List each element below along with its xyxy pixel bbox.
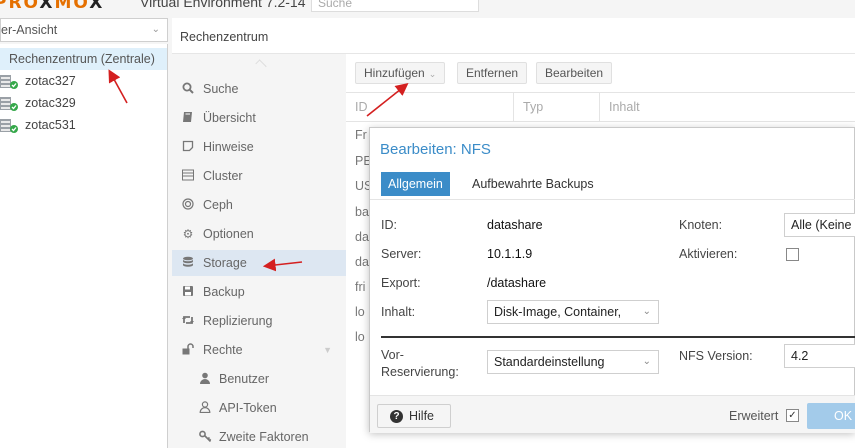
nav-item-options[interactable]: ⚙ Optionen [172,221,346,247]
help-button[interactable]: ? Hilfe [377,404,451,428]
column-header-id[interactable]: ID [346,93,514,121]
nav-item-permissions[interactable]: Rechte ▼ [172,337,346,363]
tree-item-datacenter[interactable]: Rechenzentrum (Zentrale) [0,48,167,70]
storage-toolbar: Hinzufügen ⌄ Entfernen Bearbeiten [346,54,855,92]
dialog-footer: ? Hilfe Erweitert ✓ OK [370,395,855,433]
proxmox-logo: PROXMOX [0,0,105,13]
edit-button[interactable]: Bearbeiten [536,62,613,84]
nfs-version-input[interactable]: 4.2 [784,344,855,368]
nav-item-api-token[interactable]: API-Token [172,395,346,421]
search-icon [181,82,195,96]
nodes-select-value: Alle (Keine [791,218,852,232]
collapse-caret-icon[interactable]: ▼ [323,345,332,355]
nav-item-cluster[interactable]: Cluster [172,163,346,189]
dialog-tabs: Allgemein Aufbewahrte Backups [370,168,855,200]
server-online-icon [0,119,18,133]
id-value: datashare [487,218,543,232]
scroll-up-icon[interactable] [255,59,267,71]
tab-general[interactable]: Allgemein [381,172,450,196]
nav-item-ceph[interactable]: Ceph [172,192,346,218]
tree-node-label: zotac329 [25,96,76,110]
tree-item-node[interactable]: zotac531 [0,114,76,136]
tab-backup-retention[interactable]: Aufbewahrte Backups [465,172,601,196]
prealloc-select-value: Standardeinstellung [494,355,605,369]
floppy-icon [181,285,195,299]
remove-button[interactable]: Entfernen [457,62,528,84]
nav-item-users[interactable]: Benutzer [172,366,346,392]
column-header-content[interactable]: Inhalt [600,93,855,121]
nav-item-storage[interactable]: Storage [172,250,346,276]
prealloc-select[interactable]: Standardeinstellung ⌄ [487,350,659,374]
search-input[interactable]: Suche [311,0,479,12]
column-header-type[interactable]: Typ [514,93,600,121]
chevron-down-icon: ⌄ [642,306,651,317]
user-icon [198,372,212,386]
version-label: Virtual Environment 7.2-14 [140,0,306,10]
nav-item-notes[interactable]: Hinweise [172,134,346,160]
server-icon [181,169,195,183]
tree-item-node[interactable]: zotac327 [0,70,76,92]
tree-node-label: zotac327 [25,74,76,88]
advanced-label: Erweitert [729,409,779,423]
enable-checkbox[interactable] [786,248,799,261]
panel-title: Rechenzentrum [172,18,855,54]
storage-grid-header: ID Typ Inhalt [346,92,855,122]
nodes-label: Knoten: [679,218,723,232]
top-header: PROXMOX Virtual Environment 7.2-14 Suche [0,0,855,14]
export-label: Export: [381,276,421,290]
id-label: ID: [381,218,397,232]
server-label: Server: [381,247,422,261]
ok-button[interactable]: OK [807,403,855,429]
edit-nfs-dialog: Bearbeiten: NFS Allgemein Aufbewahrte Ba… [369,127,855,433]
export-value: /datashare [487,276,547,290]
datacenter-nav: Suche Übersicht Hinweise Cluster Ceph ⚙ … [172,54,346,448]
view-selector-value: er-Ansicht [1,23,58,37]
note-icon [181,140,195,154]
nfs-version-value: 4.2 [791,349,809,363]
check-icon: ✓ [788,410,797,421]
nav-item-backup[interactable]: Backup [172,279,346,305]
tree-item-node[interactable]: zotac329 [0,92,76,114]
unlock-icon [181,343,195,357]
server-online-icon [0,75,18,89]
nfs-version-label: NFS Version: [679,349,753,363]
nav-item-replication[interactable]: Replizierung [172,308,346,334]
nav-item-summary[interactable]: Übersicht [172,105,346,131]
server-online-icon [0,97,18,111]
question-circle-icon: ? [390,410,403,423]
content-select-value: Disk-Image, Container, [494,305,622,319]
gear-icon: ⚙ [182,227,194,241]
view-selector[interactable]: er-Ansicht ⌄ [0,18,168,42]
chevron-down-icon: ⌄ [151,24,160,35]
key-icon [198,430,212,444]
nodes-select[interactable]: Alle (Keine [784,213,855,237]
database-icon [181,256,195,270]
nav-item-two-factor[interactable]: Zweite Faktoren [172,424,346,448]
content-label: Inhalt: [381,305,416,319]
separator [381,336,855,338]
prealloc-label: Vor- Reservierung: [381,348,459,379]
advanced-checkbox[interactable]: ✓ [786,409,799,422]
chevron-down-icon: ⌄ [642,356,651,367]
server-value: 10.1.1.9 [487,247,533,261]
retweet-icon [181,314,195,328]
content-select[interactable]: Disk-Image, Container, ⌄ [487,300,659,324]
book-icon [181,111,195,125]
nav-item-search[interactable]: Suche [172,76,346,102]
user-outline-icon [198,401,212,415]
tree-node-label: zotac531 [25,118,76,132]
dialog-title: Bearbeiten: NFS [380,141,491,158]
ceph-icon [181,198,195,212]
enable-label: Aktivieren: [679,247,738,261]
chevron-down-icon: ⌄ [428,69,437,79]
add-button[interactable]: Hinzufügen ⌄ [355,62,446,84]
resource-tree: Rechenzentrum (Zentrale) zotac327 zotac3… [0,44,168,448]
